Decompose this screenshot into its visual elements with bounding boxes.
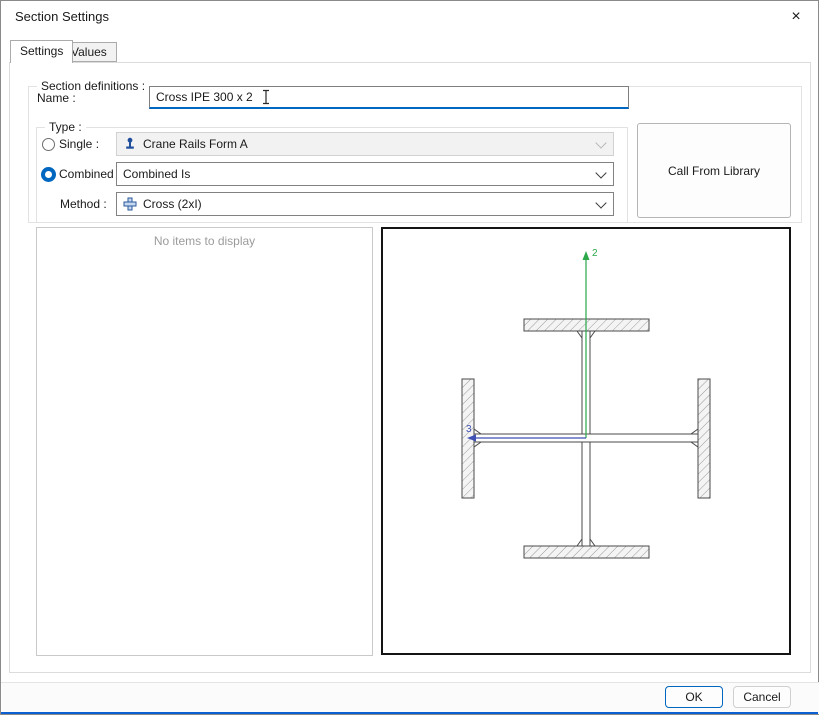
method-label: Method : [60,197,107,211]
empty-list-text: No items to display [153,234,256,248]
axis-2-arrowhead [582,251,590,260]
chevron-down-icon [595,136,607,149]
combined-section-value: Combined Is [123,167,191,181]
call-from-library-label: Call From Library [667,163,760,178]
combined-section-dropdown[interactable]: Combined Is [116,162,614,186]
single-label: Single : [59,137,100,151]
ok-button[interactable]: OK [665,686,723,708]
text-cursor-icon [263,89,269,105]
title-bar: Section Settings × [1,1,818,33]
axis-3-label: 3 [466,424,472,435]
name-field-wrapper [149,86,629,109]
ok-button-label: OK [685,690,703,704]
crane-rail-icon [123,137,137,151]
section-settings-dialog: Section Settings × Settings Values Secti… [0,0,819,715]
close-icon[interactable]: × [784,5,808,29]
cancel-button[interactable]: Cancel [733,686,791,708]
section-items-list[interactable]: No items to display [36,227,373,656]
call-from-library-button[interactable]: Call From Library [637,123,791,218]
single-radio[interactable] [42,138,55,151]
combined-radio[interactable] [41,167,56,182]
name-label: Name : [37,91,76,105]
cross-section-drawing: 2 3 [461,248,711,559]
method-dropdown[interactable]: Cross (2xI) [116,192,614,216]
axis-2-label: 2 [592,248,598,259]
combined-label: Combined : [59,167,121,181]
chevron-down-icon [595,196,607,209]
tab-settings[interactable]: Settings [10,40,74,63]
type-group-label: Type : [45,120,86,134]
single-section-dropdown[interactable]: Crane Rails Form A [116,132,614,156]
window-title: Section Settings [15,9,109,24]
cross-section-icon [123,197,137,211]
name-input[interactable] [149,86,629,109]
method-value: Cross (2xI) [143,197,202,211]
single-section-value: Crane Rails Form A [143,137,248,151]
cancel-button-label: Cancel [743,690,781,704]
window-bottom-accent [1,712,818,714]
section-preview-panel: 2 3 [381,227,791,655]
chevron-down-icon [595,166,607,179]
